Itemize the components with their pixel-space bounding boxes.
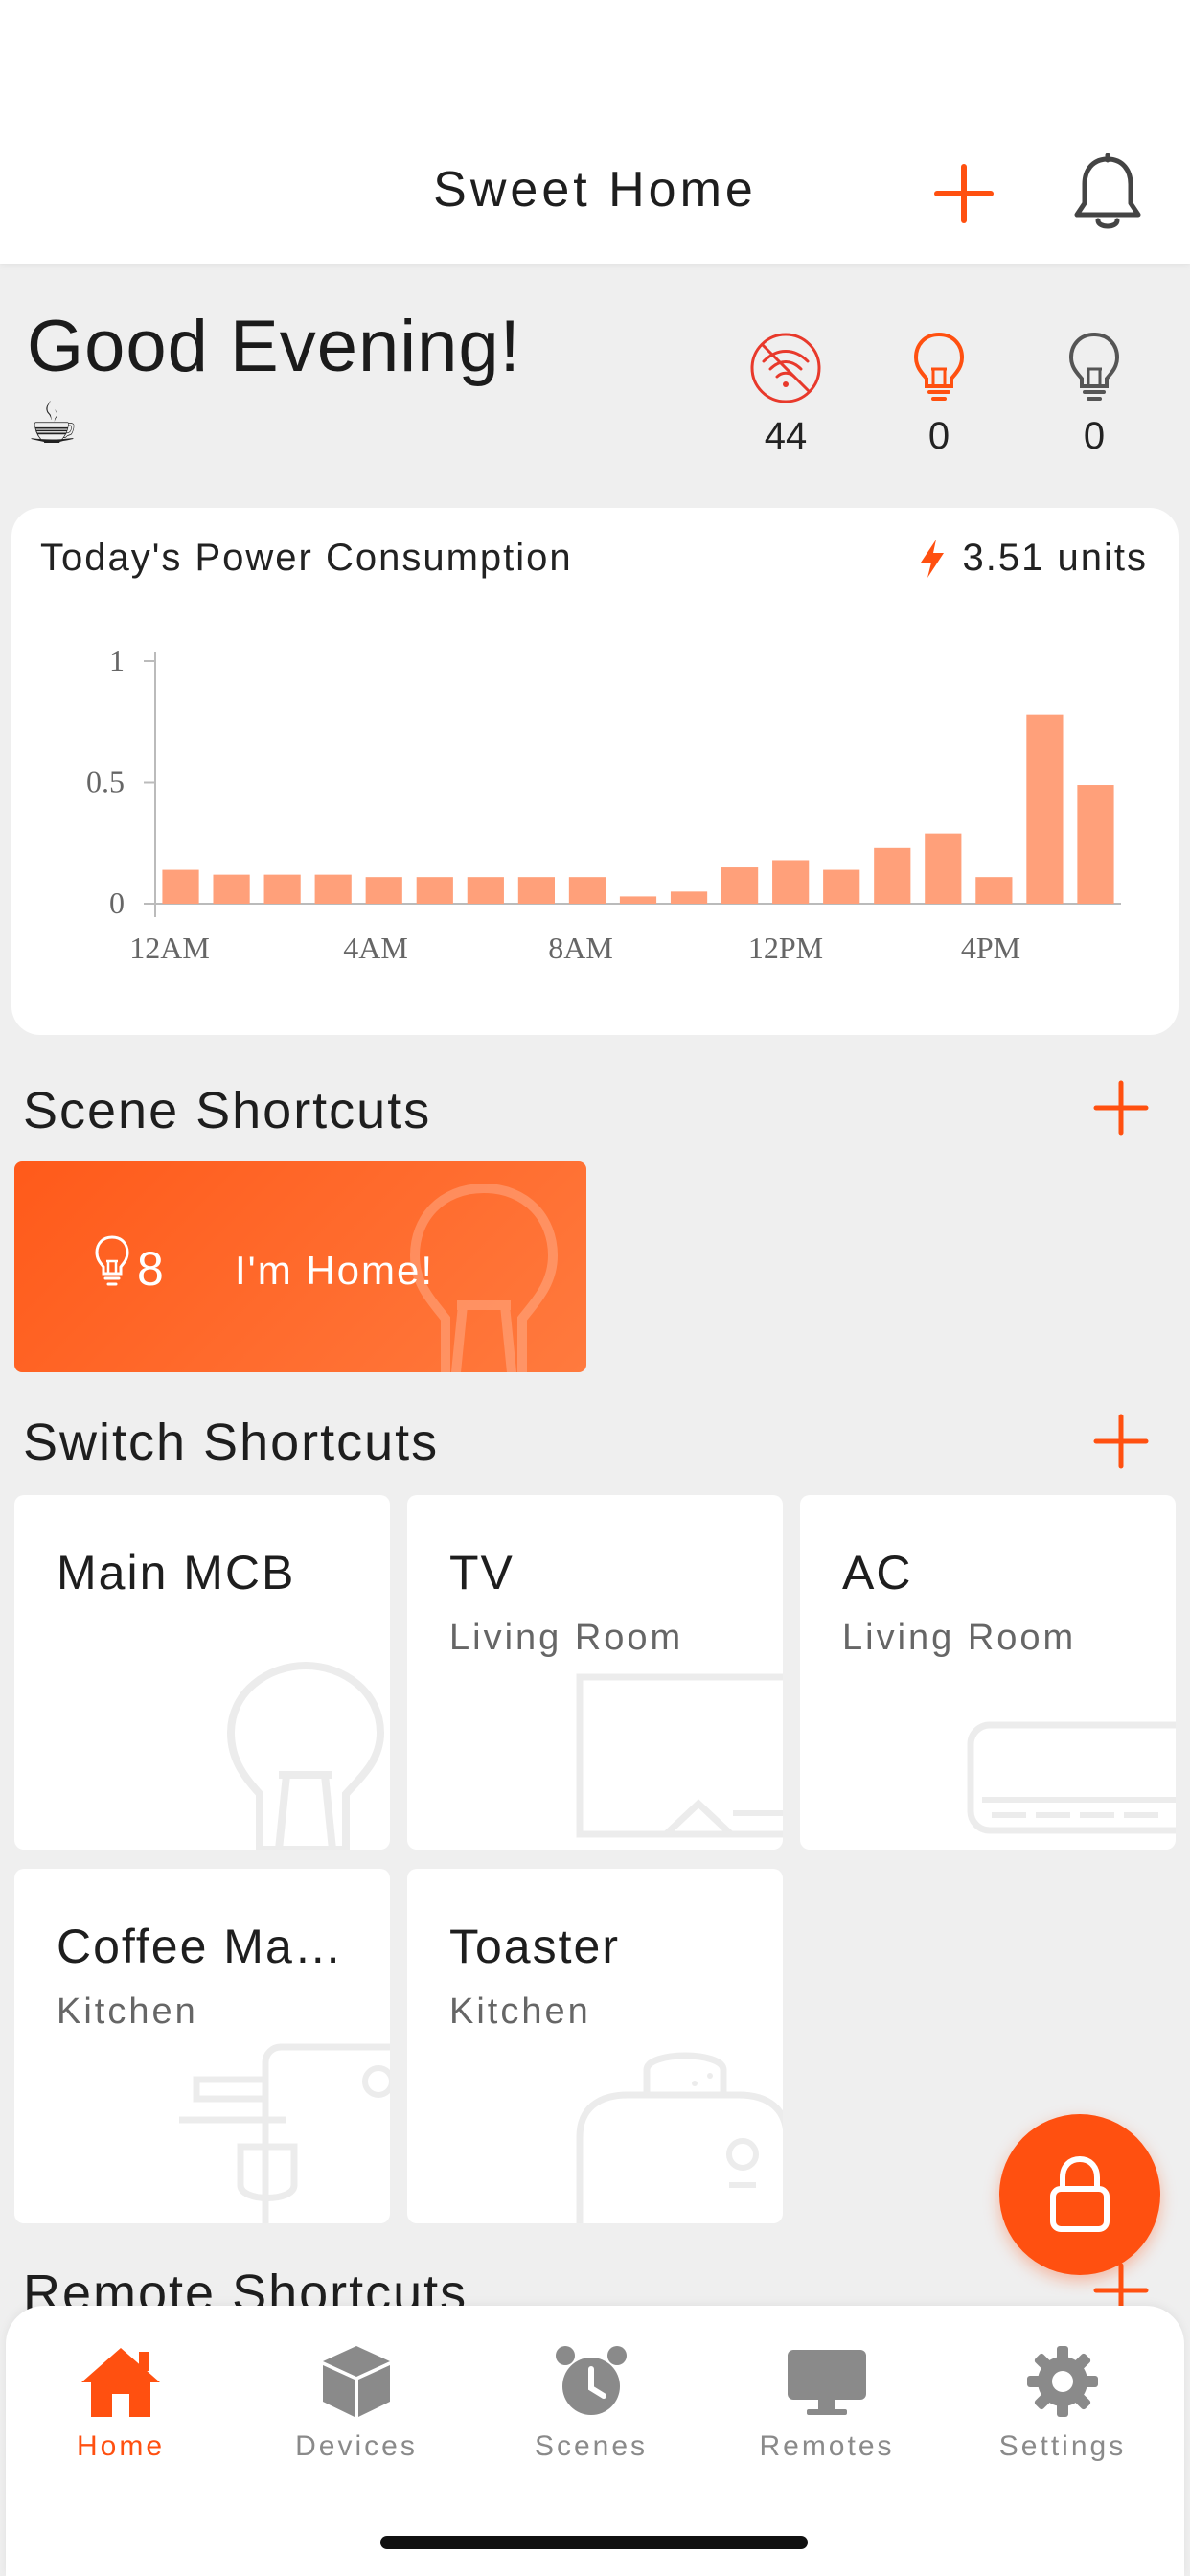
chart-bar (263, 874, 301, 904)
switch-shortcuts-title: Switch Shortcuts (23, 1414, 440, 1471)
chart-x-tick-label: 8AM (548, 931, 613, 965)
lights-off-status[interactable]: 0 (1037, 331, 1152, 458)
offline-count: 44 (764, 415, 808, 457)
nav-remotes[interactable]: Remotes (721, 2342, 932, 2463)
switch-card-ac[interactable]: AC Living Room (800, 1495, 1176, 1850)
chart-bar (314, 874, 352, 904)
lights-on-count: 0 (927, 415, 950, 457)
chart-y-tick-label: 0 (109, 886, 125, 920)
bulb-off-icon (1068, 332, 1120, 401)
add-scene-button[interactable] (1092, 1079, 1150, 1137)
plus-icon (1093, 1414, 1149, 1469)
chart-bar (721, 867, 759, 904)
chart-x-tick-label: 4PM (961, 931, 1020, 965)
chart-bar (213, 874, 250, 904)
bulb-icon (95, 1235, 129, 1286)
chart-bar (874, 847, 911, 904)
chart-bar (975, 877, 1013, 904)
monitor-icon (788, 2350, 866, 2415)
switch-room: Living Room (449, 1618, 684, 1658)
chart-bar (467, 877, 504, 904)
add-switch-button[interactable] (1092, 1413, 1150, 1470)
greeting-text: Good Evening! (27, 306, 521, 387)
wifi-off-icon (750, 333, 821, 403)
chart-bar (365, 877, 402, 904)
chart-bar (823, 869, 860, 904)
chart-bar (568, 877, 606, 904)
chart-bar (925, 833, 962, 904)
switch-card-tv[interactable]: TV Living Room (407, 1495, 783, 1850)
switch-name: TV (449, 1546, 515, 1599)
chart-bar (1077, 785, 1114, 904)
home-indicator (380, 2536, 808, 2549)
switch-name: AC (842, 1546, 913, 1599)
chart-y-tick-label: 0.5 (86, 765, 125, 799)
chart-bar (619, 896, 657, 904)
scene-device-count: 8 (137, 1242, 164, 1296)
switch-room: Living Room (842, 1618, 1077, 1658)
nav-settings[interactable]: Settings (957, 2342, 1168, 2463)
bell-icon (1074, 152, 1141, 229)
lights-on-status[interactable]: 0 (881, 331, 996, 458)
notifications-button[interactable] (1071, 152, 1144, 232)
home-icon (81, 2348, 160, 2417)
switch-card-main-mcb[interactable]: Main MCB (14, 1495, 390, 1850)
nav-label: Home (76, 2430, 166, 2462)
power-chart: 1 0.5 012AM 4AM 8AM 12PM 4PM (86, 643, 1121, 965)
alarm-clock-icon (556, 2346, 627, 2415)
scene-name: I'm Home! (235, 1248, 435, 1293)
nav-label: Devices (295, 2430, 418, 2462)
add-button[interactable] (933, 163, 995, 224)
lights-off-count: 0 (1083, 415, 1106, 457)
chart-bar (416, 877, 453, 904)
nav-label: Settings (998, 2430, 1127, 2462)
switch-room: Kitchen (57, 1991, 198, 2032)
cube-icon (323, 2346, 390, 2417)
chart-bar (1026, 714, 1064, 904)
chart-bar (517, 877, 555, 904)
plus-icon (1093, 1080, 1149, 1136)
switch-name: Main MCB (57, 1546, 296, 1599)
nav-label: Scenes (534, 2430, 649, 2462)
switch-name: Coffee Ma… (57, 1920, 344, 1973)
page-title: Sweet Home (433, 162, 757, 218)
chart-x-tick-label: 12AM (129, 931, 210, 965)
power-consumption-card[interactable]: Today's Power Consumption 3.51 units 1 0.… (11, 508, 1179, 1035)
chart-bar (162, 869, 199, 904)
plus-icon (934, 164, 994, 223)
chart-bar (772, 860, 810, 904)
lock-icon (1050, 2155, 1110, 2232)
chart-y-tick-label: 1 (109, 643, 125, 678)
coffee-icon: ☕ (27, 391, 79, 455)
nav-scenes[interactable]: Scenes (486, 2342, 697, 2463)
lock-button[interactable] (999, 2114, 1160, 2275)
scene-shortcuts-title: Scene Shortcuts (23, 1082, 432, 1139)
switch-name: Toaster (449, 1920, 620, 1973)
nav-home[interactable]: Home (15, 2342, 226, 2463)
gear-icon (1027, 2346, 1098, 2417)
nav-label: Remotes (759, 2430, 895, 2462)
switch-room: Kitchen (449, 1991, 591, 2032)
chart-x-tick-label: 4AM (343, 931, 408, 965)
chart-bar (670, 891, 708, 904)
scene-card[interactable]: 8 I'm Home! (14, 1162, 586, 1372)
offline-devices-status[interactable]: 44 (728, 331, 843, 458)
switch-card-toaster[interactable]: Toaster Kitchen (407, 1869, 783, 2223)
chart-x-tick-label: 12PM (748, 931, 823, 965)
top-bar: Sweet Home (0, 0, 1190, 264)
switch-card-coffee-machine[interactable]: Coffee Ma… Kitchen (14, 1869, 390, 2223)
nav-devices[interactable]: Devices (251, 2342, 462, 2463)
bulb-on-icon (913, 332, 965, 401)
